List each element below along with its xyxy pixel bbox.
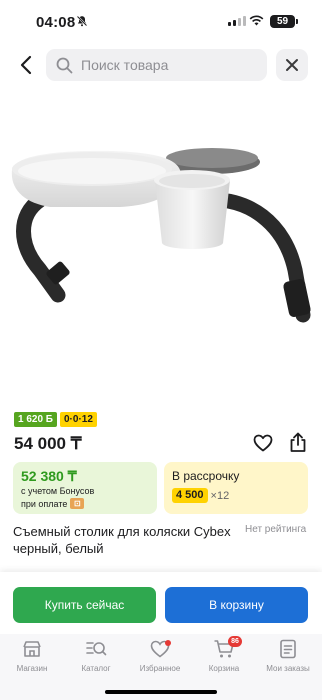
top-bar: Поиск товара [0, 46, 322, 84]
tab-catalog[interactable]: Каталог [64, 638, 128, 673]
search-input[interactable]: Поиск товара [46, 49, 267, 81]
promo-badges: 1 620 Б 0·0·12 [14, 412, 97, 427]
bonus-price-card[interactable]: 52 380 ₸ с учетом Бонусов при оплате ⊡ [13, 462, 157, 514]
tab-favorites[interactable]: Избранное [128, 638, 192, 673]
installment-badge: 0·0·12 [60, 412, 97, 427]
favorites-notification-dot [165, 640, 171, 646]
add-to-cart-button[interactable]: В корзину [165, 587, 308, 623]
close-icon [286, 59, 298, 71]
kaspi-icon: ⊡ [70, 498, 85, 509]
product-price: 54 000 ₸ [14, 434, 82, 453]
close-button[interactable] [276, 49, 308, 81]
product-title: Съемный столик для коляски Cybex черный,… [13, 524, 231, 556]
bonus-note-line2: при оплате [21, 498, 68, 509]
tab-cart[interactable]: 86 Корзина [192, 636, 256, 673]
bonus-badge: 1 620 Б [14, 412, 57, 427]
search-placeholder: Поиск товара [81, 57, 169, 73]
catalog-search-icon [86, 642, 107, 656]
cellular-signal-icon [228, 16, 246, 26]
installment-monthly: 4 500 [172, 488, 208, 503]
installment-card[interactable]: В рассрочку 4 500 ×12 [164, 462, 308, 514]
status-bar: 04:08 59 [0, 0, 322, 44]
rating-status[interactable]: Нет рейтинга [245, 524, 306, 535]
share-icon [290, 432, 306, 452]
buy-now-button[interactable]: Купить сейчас [13, 587, 156, 623]
tab-label: Корзина [208, 664, 240, 673]
tab-shop[interactable]: Магазин [0, 638, 64, 673]
status-time: 04:08 [36, 14, 76, 31]
home-indicator [105, 690, 217, 694]
bonus-note-line1: с учетом Бонусов [21, 486, 95, 496]
store-icon [23, 641, 41, 657]
favorite-button[interactable] [253, 434, 273, 457]
back-button[interactable] [13, 52, 39, 78]
installment-term: ×12 [210, 489, 230, 502]
bonus-price: 52 380 ₸ [21, 468, 77, 484]
heart-icon [253, 434, 273, 452]
cart-count-badge: 86 [228, 636, 242, 647]
battery-indicator: 59 [270, 15, 298, 28]
orders-icon [280, 639, 296, 659]
wifi-icon [249, 14, 264, 29]
share-button[interactable] [288, 432, 308, 458]
installment-label: В рассрочку [172, 469, 240, 483]
tab-label: Каталог [81, 664, 111, 673]
search-icon [56, 57, 73, 73]
tab-orders[interactable]: Мои заказы [256, 638, 320, 673]
bell-slash-icon [76, 15, 88, 30]
product-image[interactable] [0, 95, 322, 395]
tab-label: Избранное [139, 664, 181, 673]
action-bar: Купить сейчас В корзину [0, 572, 322, 634]
chevron-left-icon [20, 55, 32, 75]
tab-label: Мои заказы [266, 664, 310, 673]
tab-label: Магазин [16, 664, 48, 673]
